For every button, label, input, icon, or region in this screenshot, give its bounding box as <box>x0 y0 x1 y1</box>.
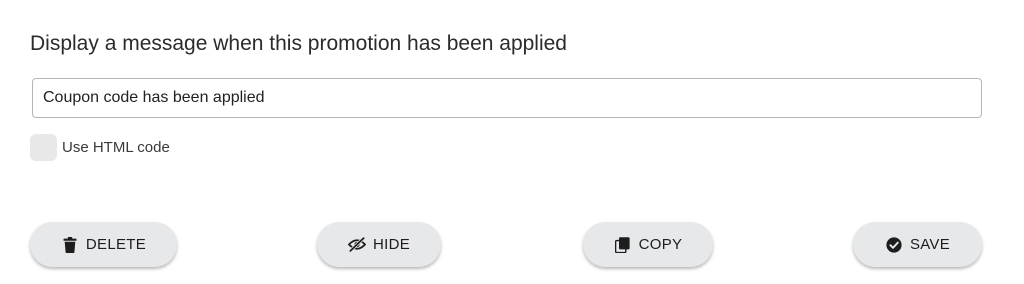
delete-button[interactable]: DELETE <box>30 222 177 267</box>
use-html-checkbox[interactable] <box>30 134 57 161</box>
eye-slash-icon <box>347 236 366 254</box>
promotion-message-panel: Display a message when this promotion ha… <box>0 0 1024 284</box>
html-code-option: Use HTML code <box>30 134 170 161</box>
save-label: SAVE <box>909 236 951 253</box>
save-button[interactable]: SAVE <box>853 222 982 267</box>
hide-button[interactable]: HIDE <box>317 222 441 267</box>
copy-button[interactable]: COPY <box>583 222 713 267</box>
copy-label: COPY <box>638 236 683 253</box>
copy-icon <box>614 236 632 254</box>
trash-icon <box>61 236 79 254</box>
message-input[interactable] <box>32 78 982 118</box>
check-circle-icon <box>885 236 903 254</box>
section-heading: Display a message when this promotion ha… <box>30 32 567 55</box>
use-html-label[interactable]: Use HTML code <box>62 139 170 156</box>
delete-label: DELETE <box>85 236 147 253</box>
hide-label: HIDE <box>372 236 411 253</box>
